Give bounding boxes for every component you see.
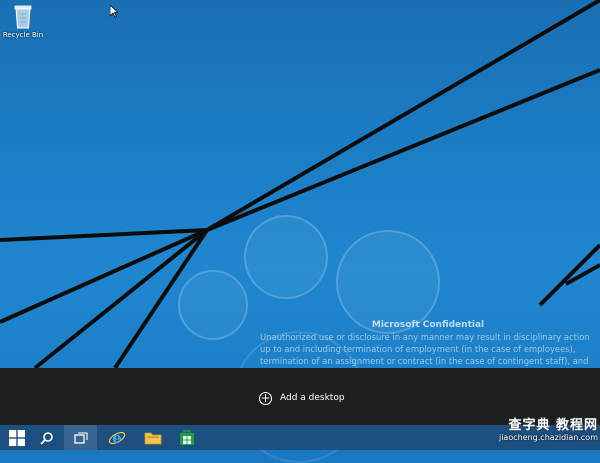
recycle-bin[interactable]: Recycle Bin bbox=[2, 3, 44, 39]
svg-text:e: e bbox=[112, 429, 122, 447]
recycle-bin-label: Recycle Bin bbox=[2, 31, 44, 39]
add-desktop-label: Add a desktop bbox=[280, 393, 345, 403]
add-desktop-button[interactable]: + Add a desktop bbox=[259, 389, 345, 407]
search-button[interactable] bbox=[30, 425, 63, 450]
store-button[interactable] bbox=[170, 425, 203, 450]
confidential-title: Microsoft Confidential bbox=[371, 320, 485, 330]
file-explorer-button[interactable] bbox=[136, 425, 169, 450]
windows-logo-icon bbox=[8, 429, 25, 446]
plus-circle-icon: + bbox=[259, 391, 272, 405]
internet-explorer-button[interactable]: e bbox=[100, 425, 133, 450]
start-button[interactable] bbox=[0, 425, 33, 450]
watermark-logo: 查字典 教程网 bbox=[508, 418, 598, 433]
task-view-button[interactable] bbox=[64, 425, 97, 450]
touch-ring bbox=[244, 215, 328, 299]
touch-ring bbox=[178, 270, 248, 340]
store-icon bbox=[179, 430, 194, 445]
recycle-bin-icon bbox=[13, 3, 33, 29]
mouse-cursor-icon bbox=[109, 3, 120, 22]
folder-icon bbox=[144, 432, 161, 445]
internet-explorer-icon: e bbox=[108, 429, 125, 447]
site-watermark: 查字典 教程网 jiaocheng.chazidian.com bbox=[460, 414, 598, 442]
search-icon bbox=[39, 431, 53, 445]
task-view-icon bbox=[73, 431, 88, 444]
watermark-url: jiaocheng.chazidian.com bbox=[498, 433, 598, 442]
